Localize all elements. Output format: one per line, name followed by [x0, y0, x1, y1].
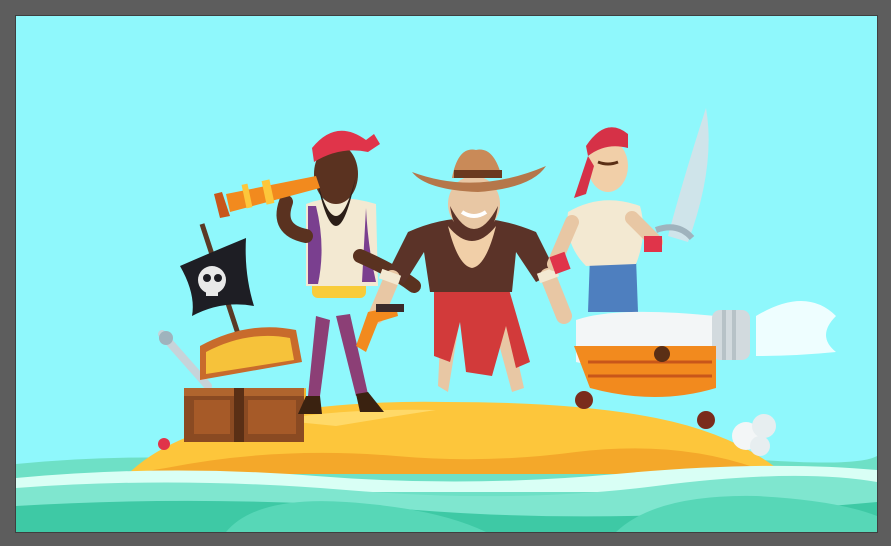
- pirate-illustration: [16, 16, 877, 532]
- canvas-workspace: [0, 0, 891, 546]
- artboard[interactable]: [16, 16, 877, 532]
